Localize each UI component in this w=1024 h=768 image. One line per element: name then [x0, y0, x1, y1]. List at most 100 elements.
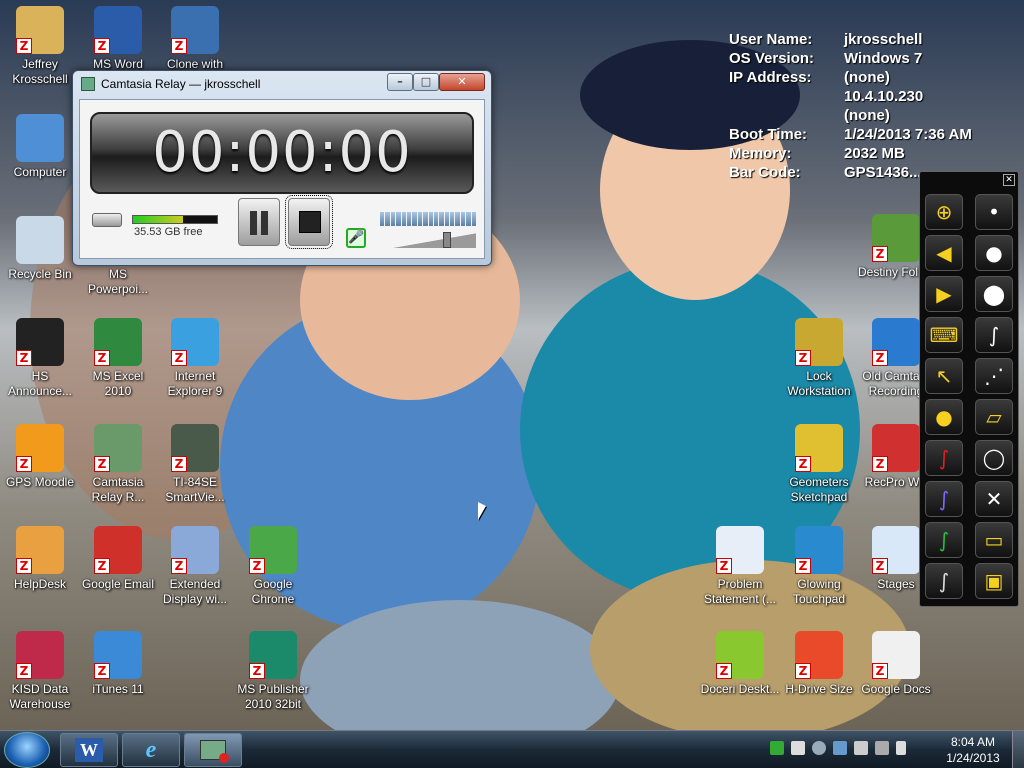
desktop-icon-gpsmoodle[interactable]: Z GPS Moodle — [0, 424, 80, 490]
audio-level-segment — [444, 212, 450, 226]
desktop-icon-camrelay[interactable]: Z Camtasia Relay R... — [78, 424, 158, 505]
pen-tool-button-small-dot[interactable]: • — [975, 194, 1013, 230]
desktop-icon-kisd[interactable]: Z KISD Data Warehouse — [0, 631, 80, 712]
word-icon: W — [75, 738, 103, 762]
desktop-icon-msword[interactable]: Z MS Word — [78, 6, 158, 72]
audio-level-segment — [412, 212, 417, 226]
pen-tool-button-save[interactable]: ▣ — [975, 563, 1013, 599]
minimize-button[interactable]: – — [387, 73, 413, 91]
bluetooth-icon[interactable] — [833, 741, 847, 755]
camtasia-app-icon — [81, 77, 95, 91]
pen-tool-button-palette[interactable]: ● — [925, 399, 963, 435]
volume-slider[interactable] — [380, 232, 476, 248]
show-desktop-button[interactable] — [1012, 731, 1024, 768]
pen-tool-button-print[interactable]: ▭ — [975, 522, 1013, 558]
taskbar-camtasia-button[interactable] — [184, 733, 242, 767]
desktop-icon-itunes[interactable]: ZiTunes 11 — [78, 631, 158, 697]
pen-tool-button-arrow-left[interactable]: ◀ — [925, 235, 963, 271]
audio-level-bars — [380, 212, 477, 226]
desktop-icon-lockws[interactable]: Z Lock Workstation — [779, 318, 859, 399]
zenworks-badge-icon: Z — [94, 456, 110, 472]
desktop-icon-ti84[interactable]: Z TI-84SE SmartVie... — [155, 424, 235, 505]
camtasia-relay-icon — [200, 740, 229, 763]
input-level-fill — [133, 216, 184, 223]
pen-tool-button-green-pen[interactable]: ∫ — [925, 522, 963, 558]
pen-tool-button-stroke-thin[interactable]: ∫ — [975, 317, 1013, 353]
network-icon[interactable] — [875, 741, 889, 755]
camtasia-relay-icon: Z — [94, 424, 142, 472]
desktop-icon-recycle[interactable]: Recycle Bin — [0, 216, 80, 282]
audio-level-segment — [396, 212, 401, 226]
camtasia-relay-window[interactable]: Camtasia Relay — jkrosschell – □ ✕ 00:00… — [72, 70, 492, 266]
desktop-icon-glowing[interactable]: Z Glowing Touchpad — [779, 526, 859, 607]
stop-button[interactable] — [285, 195, 333, 249]
pen-tool-button-black-pen[interactable]: ∫ — [925, 563, 963, 599]
stroke-dashed-icon: ⋰ — [984, 364, 1004, 388]
save-icon: ▣ — [984, 569, 1004, 593]
taskbar-word-button[interactable]: W — [60, 733, 118, 767]
desktop-icon-googleemail[interactable]: Z Google Email — [78, 526, 158, 592]
pen-tool-button-medium-dot[interactable]: ● — [975, 235, 1013, 271]
pause-icon — [250, 211, 257, 235]
volume-slider-thumb[interactable] — [443, 232, 451, 248]
arrow-left-icon: ◀ — [936, 241, 952, 265]
desktop-icon-googledocs[interactable]: Z Google Docs — [856, 631, 936, 697]
pause-button[interactable] — [238, 198, 280, 246]
desktop-icon-jeffrey[interactable]: Z Jeffrey Krosschell — [0, 6, 80, 87]
desktop-icon-problem[interactable]: Z Problem Statement (... — [700, 526, 780, 607]
desktop-icon-mspublisher[interactable]: Z MS Publisher 2010 32bit — [233, 631, 313, 712]
desktop-icon-computer[interactable]: Computer — [0, 114, 80, 180]
pen-tool-button-eraser[interactable]: ▱ — [975, 399, 1013, 435]
desktop-icon-geometers[interactable]: Z Geometers Sketchpad — [779, 424, 859, 505]
keyboard-icon: ⌨ — [929, 323, 959, 347]
bginfo-row: 10.4.10.230 — [729, 87, 972, 106]
zenworks-badge-icon: Z — [171, 38, 187, 54]
pen-tool-button-stroke-dashed[interactable]: ⋰ — [975, 358, 1013, 394]
toolbar-close-button[interactable]: ✕ — [1003, 174, 1015, 186]
pen-tool-button-purple-pen[interactable]: ∫ — [925, 481, 963, 517]
close-button[interactable]: ✕ — [439, 73, 485, 91]
bginfo-value: GPS1436... — [844, 164, 922, 181]
desktop-icon-ie9[interactable]: Z Internet Explorer 9 — [155, 318, 235, 399]
computer-icon — [16, 114, 64, 162]
audio-level-segment — [401, 212, 406, 226]
zenworks-badge-icon: Z — [171, 558, 187, 574]
bginfo-row: Boot Time: 1/24/2013 7:36 AM — [729, 125, 972, 144]
pen-tool-button-clear[interactable]: ✕ — [975, 481, 1013, 517]
action-center-flag-icon[interactable] — [791, 741, 805, 755]
system-clock[interactable]: 8:04 AM 1/24/2013 — [936, 734, 1010, 766]
desktop-icon-hdrive[interactable]: Z H-Drive Size — [779, 631, 859, 697]
desktop-icon-hsannounce[interactable]: Z HS Announce... — [0, 318, 80, 399]
desktop-icon-label: MS Excel 2010 — [92, 369, 144, 398]
pen-tool-button-red-pen[interactable]: ∫ — [925, 440, 963, 476]
desktop-icon-label: Google Chrome — [251, 577, 295, 606]
maximize-button[interactable]: □ — [413, 73, 439, 91]
desktop-icon-label: Jeffrey Krosschell — [12, 57, 68, 86]
desktop-icon-doceri[interactable]: Z Doceri Deskt... — [700, 631, 780, 697]
taskbar-ie-button[interactable]: e — [122, 733, 180, 767]
desktop-icon-helpdesk[interactable]: Z HelpDesk — [0, 526, 80, 592]
desktop-icon-clonewith[interactable]: Z Clone with — [155, 6, 235, 72]
start-button[interactable] — [4, 732, 50, 768]
pen-tool-button-pen-select[interactable]: ↖ — [925, 358, 963, 394]
pen-tool-button-large-dot[interactable]: ⬤ — [975, 276, 1013, 312]
desktop-icon-label: iTunes 11 — [92, 682, 144, 696]
desktop-icon-extdisplay[interactable]: Z Extended Display wi... — [155, 526, 235, 607]
pen-tool-button-arrow-right[interactable]: ▶ — [925, 276, 963, 312]
hard-drive-icon — [92, 213, 122, 227]
display-icon[interactable] — [854, 741, 868, 755]
pen-tool-button-keyboard[interactable]: ⌨ — [925, 317, 963, 353]
desktop-icon-msexcel[interactable]: Z MS Excel 2010 — [78, 318, 158, 399]
sync-icon[interactable] — [812, 741, 826, 755]
security-shield-icon[interactable] — [770, 741, 784, 755]
free-space-label: 35.53 GB free — [134, 226, 203, 238]
audio-level-segment — [455, 212, 460, 226]
desktop-icon-chrome[interactable]: Z Google Chrome — [233, 526, 313, 607]
pen-tool-button-lasso[interactable]: ◯ — [975, 440, 1013, 476]
pen-tool-button-zoom-pointer[interactable]: ⊕ — [925, 194, 963, 230]
microphone-button[interactable]: 🎤 — [346, 228, 366, 248]
pie-chart-icon: Z — [795, 631, 843, 679]
zenworks-badge-icon: Z — [171, 456, 187, 472]
desktop-icon-label: GPS Moodle — [5, 475, 75, 489]
volume-icon[interactable] — [896, 741, 906, 755]
